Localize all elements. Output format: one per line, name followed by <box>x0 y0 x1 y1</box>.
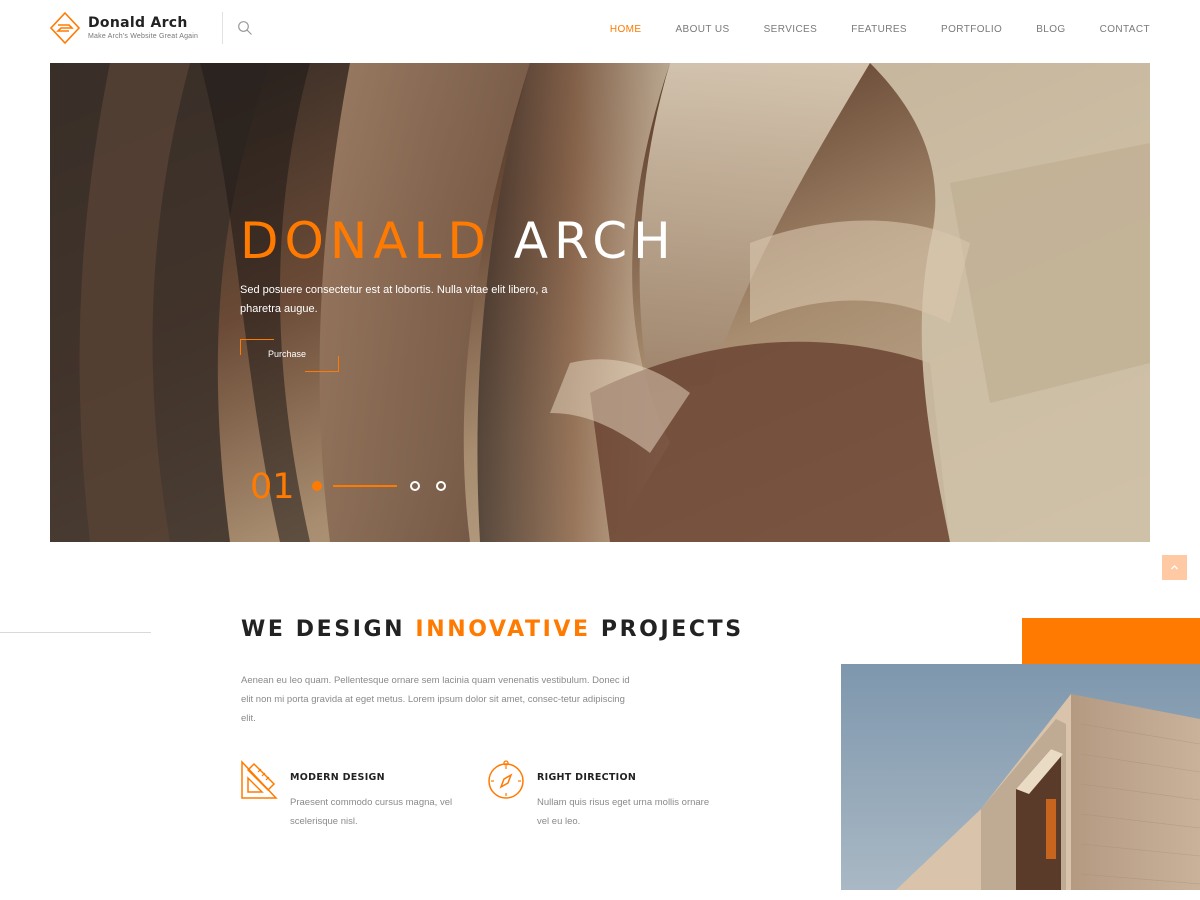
section-description: Aenean eu leo quam. Pellentesque ornare … <box>241 675 630 724</box>
section-title: WE DESIGN INNOVATIVE PROJECTS <box>241 616 744 644</box>
logo-text: Donald Arch Make Arch's Website Great Ag… <box>88 14 198 42</box>
nav-blog[interactable]: BLOG <box>1036 24 1065 35</box>
button-corner-bottom-right <box>305 356 339 372</box>
feature-title: MODERN DESIGN <box>290 772 385 783</box>
slide-dot-3[interactable] <box>436 481 446 491</box>
ruler-triangle-icon <box>241 760 278 799</box>
nav-about-us[interactable]: ABOUT US <box>675 24 729 35</box>
logo-diamond-icon <box>50 12 80 44</box>
nav-portfolio[interactable]: PORTFOLIO <box>941 24 1002 35</box>
brand-name: Donald Arch <box>88 15 188 31</box>
slide-progress-line <box>333 485 397 487</box>
chevron-up-icon <box>1171 565 1178 570</box>
slide-dot-2[interactable] <box>410 481 420 491</box>
hero-background-image <box>50 63 1150 542</box>
feature-right-direction: RIGHT DIRECTION Nullam quis risus eget u… <box>487 760 727 840</box>
hero-title: DONALD ARCH <box>240 211 677 271</box>
feature-text: Praesent commodo cursus magna, vel scele… <box>290 797 453 827</box>
section-title-start: WE DESIGN <box>241 617 406 642</box>
hero-slider: DONALD ARCH Sed posuere consectetur est … <box>50 63 1150 542</box>
nav-home[interactable]: HOME <box>610 24 642 35</box>
slide-number: 01 <box>250 467 295 507</box>
hero-title-accent: DONALD <box>240 212 492 270</box>
purchase-button[interactable]: Purchase <box>240 339 339 372</box>
feature-modern-design: MODERN DESIGN Praesent commodo cursus ma… <box>240 760 480 840</box>
section-title-accent: INNOVATIVE <box>415 617 591 642</box>
feature-title: RIGHT DIRECTION <box>537 772 637 783</box>
compass-icon <box>488 760 524 799</box>
section-side-rule <box>0 632 151 633</box>
brand-tagline: Make Arch's Website Great Again <box>88 33 199 40</box>
nav-contact[interactable]: CONTACT <box>1100 24 1150 35</box>
decorative-orange-block <box>1022 618 1200 664</box>
hero-subtitle: Sed posuere consectetur est at lobortis.… <box>240 284 548 315</box>
building-photo <box>841 664 1200 890</box>
purchase-button-label: Purchase <box>268 349 307 359</box>
header-divider <box>222 12 223 44</box>
search-icon[interactable] <box>237 20 253 36</box>
slide-dot-1[interactable] <box>312 481 322 491</box>
nav-services[interactable]: SERVICES <box>764 24 818 35</box>
scroll-top-button[interactable] <box>1162 555 1187 580</box>
site-header: Donald Arch Make Arch's Website Great Ag… <box>0 0 1200 62</box>
hero-title-rest: ARCH <box>513 212 677 270</box>
nav-features[interactable]: FEATURES <box>851 24 907 35</box>
main-nav: HOME ABOUT US SERVICES FEATURES PORTFOLI… <box>576 24 1150 35</box>
feature-text: Nullam quis risus eget urna mollis ornar… <box>537 797 710 827</box>
section-title-end: PROJECTS <box>600 617 744 642</box>
logo[interactable]: Donald Arch Make Arch's Website Great Ag… <box>50 12 198 44</box>
building-image <box>841 664 1200 890</box>
